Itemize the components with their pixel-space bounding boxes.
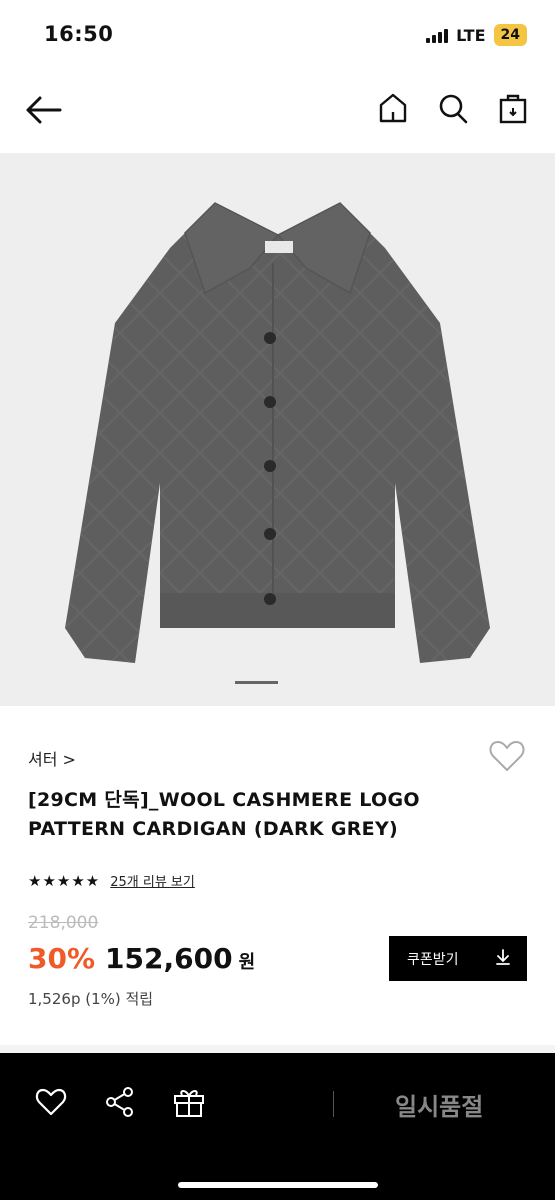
search-icon[interactable] (437, 90, 469, 126)
home-icon[interactable] (377, 90, 409, 126)
cardigan-image (65, 202, 490, 663)
network-label: LTE (456, 25, 486, 45)
heart-icon[interactable] (34, 1085, 68, 1119)
reviews-link[interactable]: 25개 리뷰 보기 (110, 871, 195, 890)
coupon-button-label: 쿠폰받기 (407, 951, 459, 968)
product-image[interactable] (0, 153, 555, 706)
share-icon[interactable] (103, 1085, 137, 1119)
sale-price: 152,600 (105, 942, 233, 975)
original-price: 218,000 (28, 913, 99, 933)
status-time: 16:50 (44, 22, 114, 46)
signal-icon (426, 27, 449, 43)
back-arrow-icon[interactable] (24, 92, 64, 128)
coupon-button[interactable]: 쿠폰받기 (389, 936, 527, 981)
bottom-action-bar: 일시품절 (0, 1053, 555, 1200)
bottom-divider (333, 1091, 334, 1117)
points-info: 1,526p (1%) 적립 (28, 990, 154, 1008)
home-indicator (178, 1182, 378, 1188)
category-breadcrumb[interactable]: 셔터 > (28, 746, 76, 770)
status-bar: 16:50 LTE 24 (0, 0, 555, 70)
nav-icons (377, 90, 529, 126)
section-divider (0, 1045, 555, 1053)
carousel-indicator (235, 681, 278, 684)
shopping-bag-icon[interactable] (497, 90, 529, 126)
gift-icon[interactable] (172, 1085, 206, 1119)
discount-rate: 30% (28, 942, 96, 975)
sold-out-button[interactable]: 일시품절 (395, 1087, 483, 1122)
rating-row: ★★★★★ 25개 리뷰 보기 (28, 871, 195, 891)
status-indicators: LTE 24 (426, 24, 527, 46)
top-nav (0, 80, 555, 140)
wishlist-heart-icon[interactable] (488, 738, 526, 774)
price-row: 30% 152,600 원 (28, 942, 255, 975)
battery-badge: 24 (493, 24, 527, 46)
product-title: [29CM 단독]_WOOL CASHMERE LOGO PATTERN CAR… (28, 789, 420, 840)
download-icon (495, 948, 511, 970)
rating-stars: ★★★★★ (28, 871, 101, 890)
currency-label: 원 (238, 952, 256, 973)
